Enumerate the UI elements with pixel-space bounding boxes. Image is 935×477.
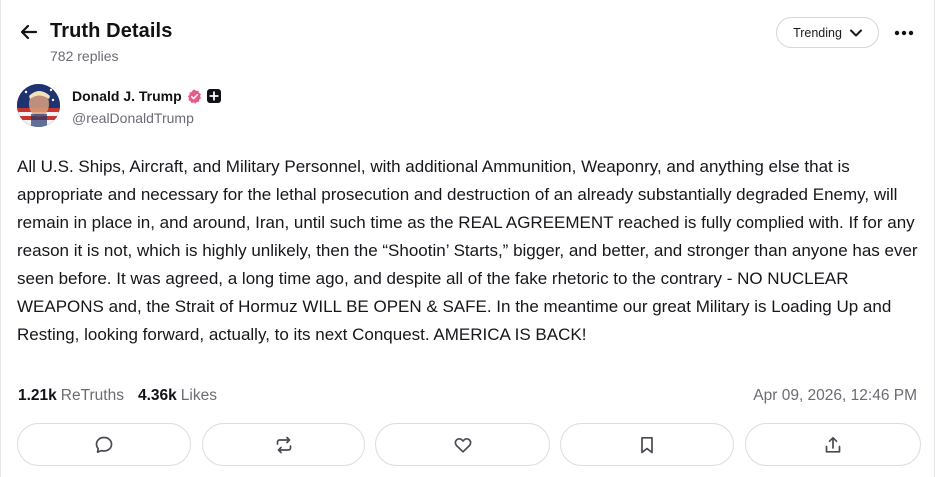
retruths-stat[interactable]: 1.21k ReTruths [18,387,124,405]
bookmark-icon [641,436,653,453]
sort-label: Trending [793,25,842,40]
reply-button[interactable] [17,423,191,466]
reply-count: 782 replies [50,48,119,64]
post-text: All U.S. Ships, Aircraft, and Military P… [17,157,918,344]
verified-badge-icon [187,89,202,104]
arrow-left-icon [20,24,38,40]
more-options-button[interactable] [891,22,917,44]
post-detail-panel: Truth Details 782 replies Trending Donal… [0,0,935,477]
page-header: Truth Details 782 replies Trending [1,0,935,70]
likes-stat[interactable]: 4.36k Likes [138,387,217,405]
plus-badge-icon [207,89,221,103]
sort-dropdown[interactable]: Trending [776,17,879,48]
more-horizontal-icon [894,30,914,36]
likes-count: 4.36k [137,387,177,404]
post-stats: 1.21k ReTruths 4.36k Likes [18,387,217,405]
author-name: Donald J. Trump [72,88,182,104]
like-button[interactable] [375,423,550,466]
bookmark-button[interactable] [560,423,734,466]
retruths-label: ReTruths [60,387,124,404]
back-button[interactable] [17,20,41,44]
page-title: Truth Details [50,20,173,42]
post-timestamp: Apr 09, 2026, 12:46 PM [753,387,917,404]
author-handle: @realDonaldTrump [72,110,194,126]
chevron-down-icon [849,29,862,36]
action-bar [17,423,921,466]
avatar[interactable] [17,84,60,127]
likes-label: Likes [180,387,217,404]
repost-icon [276,436,291,453]
retruths-count: 1.21k [18,387,57,404]
avatar-image [17,84,60,127]
retruth-button[interactable] [202,423,365,466]
share-icon [825,436,841,453]
heart-icon [454,437,471,453]
comment-icon [95,436,113,453]
share-button[interactable] [745,423,921,466]
